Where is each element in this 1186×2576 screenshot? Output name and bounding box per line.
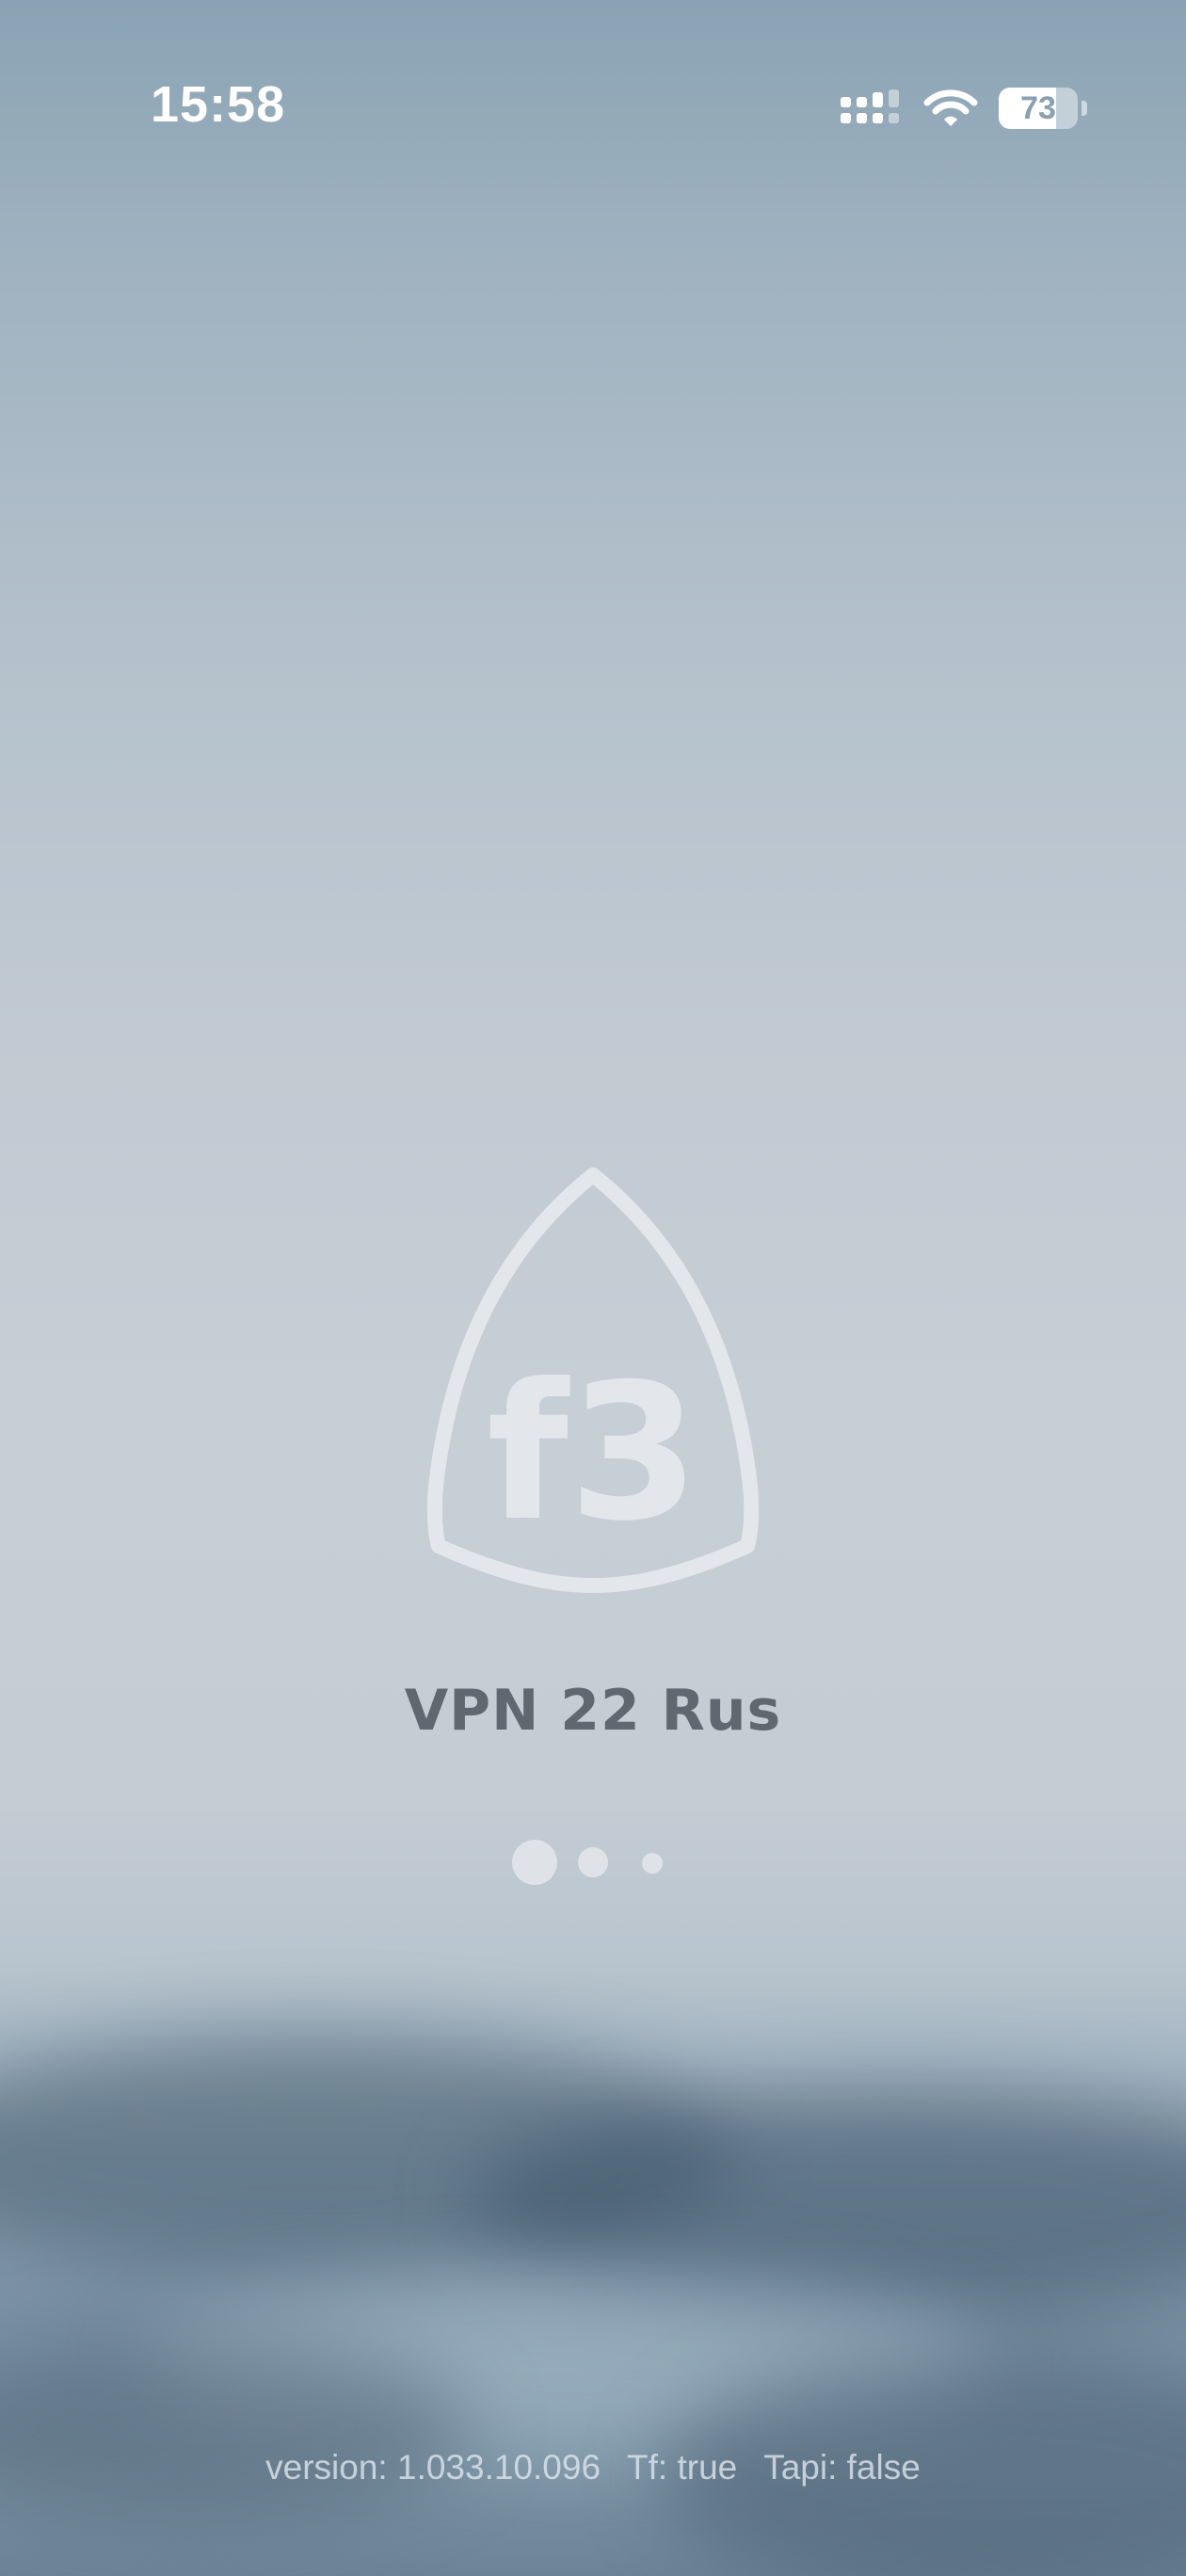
battery-icon: 73: [999, 88, 1078, 129]
status-time: 15:58: [151, 76, 286, 133]
tapi-flag-text: Tapi: false: [763, 2448, 921, 2487]
wifi-icon: [923, 89, 978, 126]
tf-flag-text: Tf: true: [627, 2448, 738, 2487]
cellular-signal-icon: [841, 89, 899, 123]
battery-level: 73: [1020, 89, 1056, 126]
app-logo-icon: f3: [426, 1167, 760, 1593]
battery-cap: [1082, 101, 1087, 116]
version-text: version: 1.033.10.096: [265, 2448, 601, 2487]
loading-indicator: [0, 1838, 1186, 1889]
loading-dot: [578, 1847, 608, 1877]
loading-dot: [512, 1840, 557, 1885]
splash-screen: 15:58 73 f3 VPN 22 Rus version: 1.033.10…: [0, 0, 1186, 2576]
version-footer: version: 1.033.10.096 Tf: true Tapi: false: [0, 2448, 1186, 2487]
loading-dot: [642, 1853, 663, 1874]
app-name: VPN 22 Rus: [404, 1678, 782, 1744]
logo-text: f3: [487, 1344, 699, 1563]
status-icons: 73: [841, 83, 1087, 134]
